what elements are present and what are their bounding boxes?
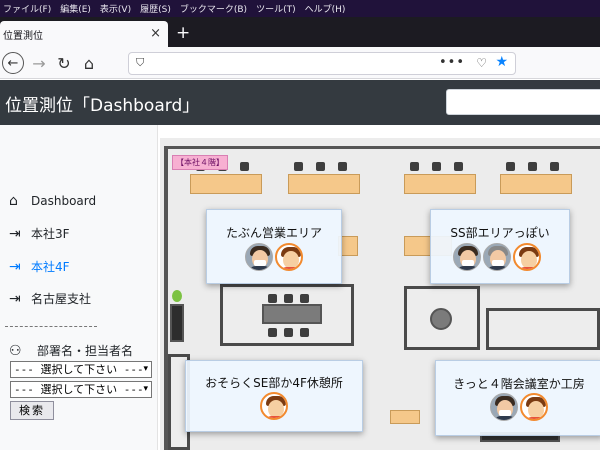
sidebar-item-label: 本社3F (31, 227, 70, 241)
chair (300, 294, 309, 303)
area-card-meeting[interactable]: きっと４階会議室か工房 (435, 360, 600, 436)
sign-in-icon: ⇥ (9, 258, 21, 275)
sign-in-icon: ⇥ (9, 290, 21, 307)
chair (284, 328, 293, 337)
header-search-input[interactable] (446, 89, 600, 115)
department-select[interactable]: --- 選択して下さい --- ▾ (10, 361, 152, 378)
round-table (430, 308, 452, 330)
desk-cluster (500, 174, 572, 194)
desk-cluster (404, 174, 476, 194)
chair (338, 162, 347, 171)
shield-icon[interactable]: ⛉ (136, 56, 144, 70)
avatar[interactable] (245, 243, 273, 271)
page-actions-icon[interactable]: ••• (439, 55, 465, 70)
area-title: たぶん営業エリア (225, 226, 322, 240)
chair (284, 294, 293, 303)
person-select[interactable]: --- 選択して下さい --- ▾ (10, 381, 152, 398)
area-card-ss[interactable]: SS部エリアっぽい (430, 209, 570, 284)
floor-map: たぶん営業エリア SS部エリアっぽい おそらくSE部か4F休憩所 きっと４階会議… (160, 138, 600, 450)
avatar[interactable] (490, 393, 518, 421)
chair (528, 162, 537, 171)
app-header: 位置測位「Dashboard」 (0, 80, 600, 125)
menu-history[interactable]: 履歴(S) (140, 2, 171, 15)
sidebar-item-nagoya[interactable]: ⇥ 名古屋支社 (9, 290, 91, 307)
person-select-value: --- 選択して下さい --- (14, 383, 144, 396)
menu-edit[interactable]: 編集(E) (60, 2, 91, 15)
reload-icon[interactable]: ↻ (52, 51, 76, 75)
department-select-value: --- 選択して下さい --- (14, 363, 144, 376)
area-card-se[interactable]: おそらくSE部か4F休憩所 (185, 360, 363, 432)
map-wall (164, 146, 600, 149)
desk-cluster (288, 174, 360, 194)
chair (300, 328, 309, 337)
browser-menu-bar: ファイル(F) 編集(E) 表示(V) 履歴(S) ブックマーク(B) ツール(… (0, 0, 600, 17)
meeting-room (486, 308, 600, 350)
pocket-icon[interactable]: ♡ (476, 56, 487, 70)
page-title: 位置測位「Dashboard」 (5, 96, 200, 116)
sidebar-item-label: 本社4F (31, 260, 70, 274)
sidebar-divider (5, 326, 97, 327)
sidebar-item-label: Dashboard (31, 194, 97, 208)
home-icon[interactable]: ⌂ (77, 51, 101, 75)
avatar[interactable] (260, 392, 288, 420)
cabinet (170, 304, 184, 342)
sign-in-icon: ⇥ (9, 225, 21, 242)
area-title: おそらくSE部か4F休憩所 (205, 376, 343, 390)
meeting-table (262, 304, 322, 324)
sidebar-item-honsha-4f[interactable]: ⇥ 本社4F (9, 258, 70, 275)
sidebar-item-dashboard[interactable]: ⌂ Dashboard (9, 193, 96, 209)
avatar[interactable] (275, 243, 303, 271)
sidebar: ⌂ Dashboard ⇥ 本社3F ⇥ 本社4F ⇥ 名古屋支社 ⚇ 部署名・… (0, 125, 158, 450)
search-button[interactable]: 検索 (10, 401, 54, 420)
filter-label: ⚇ 部署名・担当者名 (9, 342, 133, 359)
users-icon: ⚇ (9, 342, 22, 359)
chair (454, 162, 463, 171)
chair (550, 162, 559, 171)
avatar[interactable] (513, 243, 541, 271)
filter-label-text: 部署名・担当者名 (37, 344, 134, 358)
area-title: SS部エリアっぽい (450, 226, 550, 240)
chair (316, 162, 325, 171)
menu-view[interactable]: 表示(V) (100, 2, 131, 15)
desk-cluster (190, 174, 262, 194)
floor-badge: 【本社４階】 (172, 155, 228, 170)
area-title: きっと４階会議室か工房 (453, 377, 585, 391)
plant-icon (172, 290, 182, 302)
bookmark-star-icon[interactable]: ★ (495, 54, 508, 70)
chair (294, 162, 303, 171)
navigation-bar: ← → ↻ ⌂ ⛉ ••• ♡ ★ (0, 47, 600, 79)
area-people (245, 243, 303, 271)
area-card-sales[interactable]: たぶん営業エリア (206, 209, 342, 284)
sidebar-item-label: 名古屋支社 (31, 292, 92, 306)
chair (410, 162, 419, 171)
chevron-down-icon: ▾ (143, 384, 148, 394)
forward-icon[interactable]: → (27, 51, 51, 75)
area-people (490, 393, 548, 421)
chair (268, 294, 277, 303)
sidebar-item-honsha-3f[interactable]: ⇥ 本社3F (9, 225, 70, 242)
menu-file[interactable]: ファイル(F) (3, 2, 51, 15)
menu-bookmarks[interactable]: ブックマーク(B) (180, 2, 247, 15)
tab-title: 位置測位 (3, 30, 43, 42)
chair (268, 328, 277, 337)
new-tab-button[interactable]: + (176, 23, 190, 43)
tab-strip: 位置測位 × + (0, 17, 600, 47)
area-people (453, 243, 541, 271)
url-bar[interactable]: ⛉ ••• ♡ ★ (128, 52, 516, 75)
avatar[interactable] (483, 243, 511, 271)
browser-tab[interactable]: 位置測位 × (0, 21, 168, 47)
menu-help[interactable]: ヘルプ(H) (305, 2, 346, 15)
back-icon[interactable]: ← (2, 52, 24, 74)
chair (506, 162, 515, 171)
chair (432, 162, 441, 171)
chair (240, 162, 249, 171)
home-icon: ⌂ (9, 193, 18, 209)
avatar[interactable] (453, 243, 481, 271)
area-people (260, 392, 288, 420)
desk-cluster (390, 410, 420, 424)
menu-tools[interactable]: ツール(T) (256, 2, 296, 15)
chevron-down-icon: ▾ (143, 364, 148, 374)
avatar[interactable] (520, 393, 548, 421)
close-icon[interactable]: × (150, 26, 161, 41)
